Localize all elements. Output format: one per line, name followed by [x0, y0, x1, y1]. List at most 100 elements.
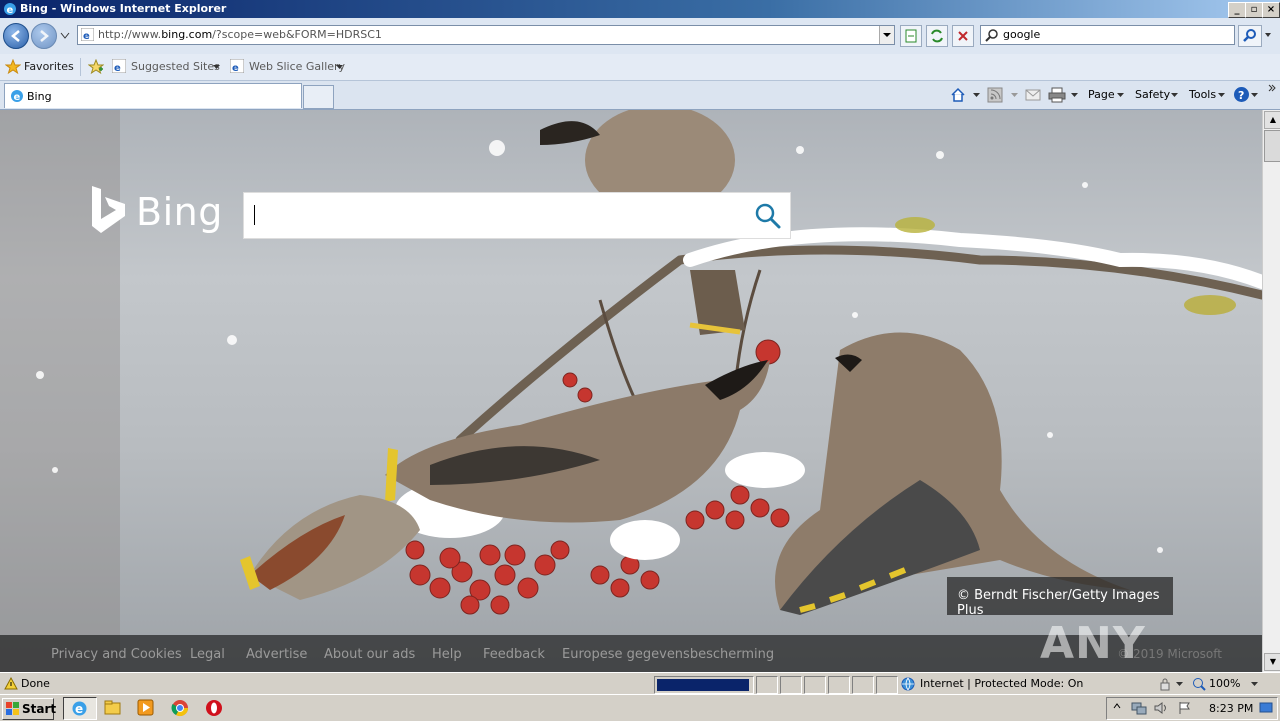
address-bar[interactable]: e http://www.bing.com/?scope=web&FORM=HD…	[77, 25, 895, 45]
status-pane-5	[852, 676, 874, 694]
ie-taskbar-icon: e	[72, 701, 87, 716]
opera-icon[interactable]	[205, 699, 223, 717]
page-ie-icon: e	[81, 28, 94, 41]
stop-x-icon	[958, 31, 968, 41]
image-copyright-badge[interactable]: © Berndt Fischer/Getty Images Plus	[947, 577, 1173, 618]
safety-menu[interactable]: Safety	[1135, 88, 1170, 101]
stop-button[interactable]	[952, 25, 974, 47]
home-dropdown-icon[interactable]	[973, 93, 980, 98]
start-label: Start	[22, 702, 57, 716]
svg-text:e: e	[114, 63, 121, 73]
svg-text:e: e	[75, 702, 83, 716]
search-options-chevron-icon[interactable]	[1264, 31, 1272, 39]
web-slice-gallery-link[interactable]: Web Slice Gallery	[249, 60, 345, 73]
new-tab-button[interactable]	[303, 85, 334, 109]
protected-mode-lock-icon[interactable]	[1158, 677, 1172, 691]
tools-menu-dropdown-icon	[1218, 93, 1225, 97]
recent-pages-dropdown-icon[interactable]	[60, 32, 70, 40]
ie-logo-icon: e	[4, 3, 16, 16]
chevron-down-icon	[883, 33, 891, 37]
compatibility-view-button[interactable]	[900, 25, 922, 47]
tab-bing[interactable]: e Bing	[4, 83, 302, 108]
suggested-sites-icon: e	[112, 59, 126, 73]
suggested-sites-link[interactable]: Suggested Sites	[131, 60, 220, 73]
network-icon[interactable]	[1131, 701, 1147, 715]
print-icon[interactable]	[1048, 87, 1066, 103]
refresh-icon	[931, 29, 943, 43]
maximize-button[interactable]: ▫	[1245, 2, 1263, 18]
volume-icon[interactable]	[1153, 701, 1169, 715]
back-button[interactable]	[3, 23, 29, 49]
address-text: http://www.bing.com/?scope=web&FORM=HDRS…	[98, 28, 382, 41]
scroll-down-arrow-icon[interactable]: ▼	[1264, 653, 1280, 671]
bing-search-icon[interactable]	[754, 202, 782, 230]
scroll-up-arrow-icon[interactable]: ▲	[1264, 111, 1280, 129]
tools-menu[interactable]: Tools	[1189, 88, 1216, 101]
scroll-thumb[interactable]	[1264, 130, 1280, 162]
forward-button[interactable]	[31, 23, 57, 49]
clock[interactable]: 8:23 PM	[1209, 702, 1253, 715]
bing-search-box[interactable]	[243, 192, 791, 239]
bing-wordmark: Bing	[136, 190, 223, 234]
footer-link-legal[interactable]: Legal	[190, 647, 225, 662]
media-player-icon[interactable]	[137, 699, 155, 717]
footer-link-about-ads[interactable]: About our ads	[324, 647, 415, 662]
zoom-dropdown-icon[interactable]	[1251, 682, 1258, 687]
web-slice-icon: e	[230, 59, 244, 73]
add-to-favorites-icon[interactable]	[88, 59, 104, 75]
footer-link-advertise[interactable]: Advertise	[246, 647, 307, 662]
url-domain: bing.com	[161, 28, 213, 41]
address-dropdown-button[interactable]	[879, 26, 894, 44]
tab-row: e Bing Page Safety Tools ?	[0, 81, 1280, 110]
svg-text:e: e	[7, 5, 14, 16]
security-zone-text[interactable]: Internet | Protected Mode: On	[920, 677, 1083, 690]
tray-expand-icon[interactable]	[1113, 702, 1121, 712]
action-center-flag-icon[interactable]	[1177, 701, 1191, 715]
feeds-dropdown-icon[interactable]	[1011, 93, 1018, 98]
search-query-text: google	[1003, 28, 1041, 41]
minimize-button[interactable]: _	[1228, 2, 1246, 18]
zoom-icon[interactable]	[1192, 677, 1206, 691]
search-input[interactable]: google	[980, 25, 1235, 45]
status-bar: Done Internet | Protected Mode: On 100%	[0, 672, 1280, 695]
address-row: e http://www.bing.com/?scope=web&FORM=HD…	[0, 18, 1280, 54]
text-cursor	[254, 205, 255, 225]
refresh-button[interactable]	[926, 25, 948, 47]
progress-fill	[657, 679, 749, 691]
help-dropdown-icon[interactable]	[1251, 93, 1258, 98]
show-desktop-icon[interactable]	[1259, 702, 1273, 714]
search-icon	[985, 29, 998, 42]
footer-link-feedback[interactable]: Feedback	[483, 647, 545, 662]
footer-link-help[interactable]: Help	[432, 647, 462, 662]
favorites-button[interactable]: Favorites	[24, 60, 74, 73]
magnifier-icon	[1243, 29, 1256, 42]
taskbar: Start e 8:23 PM	[0, 694, 1280, 721]
url-rest: /?scope=web&FORM=HDRSC1	[212, 28, 382, 41]
toolbar-overflow-icon[interactable]	[1268, 84, 1276, 92]
explorer-folder-icon[interactable]	[104, 699, 122, 717]
footer-link-gdpr[interactable]: Europese gegevensbescherming	[562, 647, 774, 662]
compat-page-icon	[905, 29, 917, 43]
read-mail-icon[interactable]	[1025, 88, 1041, 102]
title-bar: e Bing - Windows Internet Explorer _ ▫ ×	[0, 0, 1280, 18]
back-arrow-icon	[11, 30, 20, 42]
feeds-icon[interactable]	[987, 87, 1003, 103]
page-menu[interactable]: Page	[1088, 88, 1115, 101]
close-window-button[interactable]: ×	[1262, 2, 1280, 18]
home-icon[interactable]	[950, 87, 966, 103]
progress-bar	[654, 676, 754, 694]
vertical-scrollbar[interactable]: ▲ ▼	[1262, 110, 1280, 672]
chrome-icon[interactable]	[171, 699, 189, 717]
zoom-level[interactable]: 100%	[1209, 677, 1240, 690]
start-button[interactable]: Start	[2, 698, 57, 720]
suggested-sites-dropdown-icon[interactable]	[213, 65, 220, 70]
zone-dropdown-icon[interactable]	[1176, 682, 1183, 687]
search-go-button[interactable]	[1238, 25, 1262, 47]
web-slice-dropdown-icon[interactable]	[336, 65, 343, 70]
footer-link-privacy[interactable]: Privacy and Cookies	[51, 647, 182, 662]
help-icon[interactable]: ?	[1233, 86, 1250, 103]
print-dropdown-icon[interactable]	[1071, 93, 1078, 98]
status-text: Done	[21, 677, 50, 690]
taskbar-ie-button[interactable]: e	[63, 697, 97, 720]
warning-icon	[4, 677, 18, 690]
